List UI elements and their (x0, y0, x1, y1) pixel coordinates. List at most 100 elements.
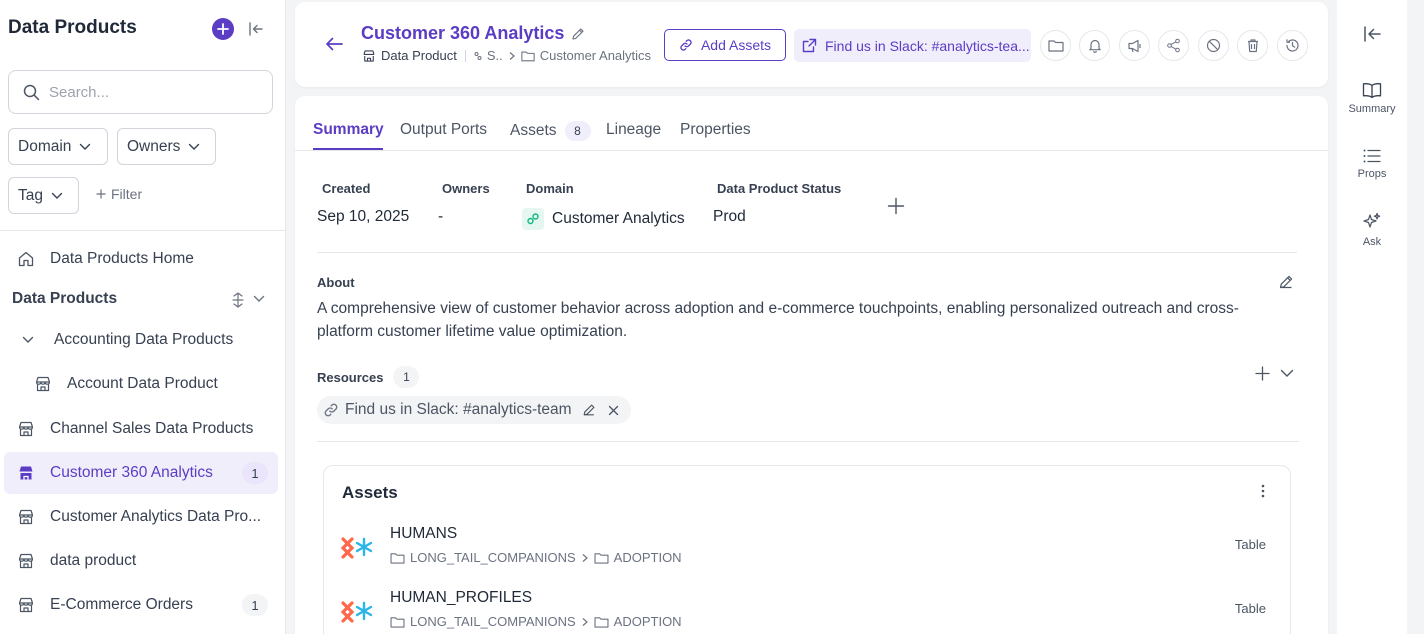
chevron-right-icon (509, 51, 515, 60)
store-icon (16, 551, 36, 571)
sidebar-item-e-commerce-orders[interactable]: E-Commerce Orders 1 (4, 584, 278, 626)
status-label: Data Product Status (717, 181, 842, 196)
arrow-left-icon (326, 37, 343, 51)
announcement-button[interactable] (1119, 30, 1150, 61)
asset-name[interactable]: HUMAN_PROFILES (390, 589, 532, 607)
sort-icon[interactable] (231, 292, 245, 308)
plus-icon (887, 197, 905, 215)
breadcrumb-item[interactable]: Customer Analytics (540, 48, 651, 63)
domain-filter-label: Domain (18, 137, 72, 155)
search-icon (23, 84, 40, 100)
panel-tab-summary[interactable]: Summary (1337, 82, 1407, 115)
tab-assets[interactable]: Assets 8 (510, 121, 591, 141)
collapse-sidebar-button[interactable] (247, 20, 265, 38)
add-filter-button[interactable]: Filter (96, 186, 142, 202)
main-content: Summary Output Ports Assets 8 Lineage Pr… (295, 96, 1328, 634)
asset-schema: ADOPTION (613, 614, 682, 629)
breadcrumb: Data Product S.. Customer Analytics (362, 48, 651, 63)
created-label: Created (322, 181, 371, 196)
home-icon (16, 249, 36, 269)
tab-output-ports[interactable]: Output Ports (400, 121, 487, 139)
status-value: Prod (713, 208, 746, 226)
chevron-down-icon[interactable] (253, 295, 265, 303)
sidebar-item-data-product[interactable]: data product (4, 540, 278, 582)
tab-label: Summary (313, 121, 384, 138)
edit-title-button[interactable] (571, 27, 585, 41)
about-description: A comprehensive view of customer behavio… (317, 300, 1239, 340)
sidebar-item-customer-360-analytics[interactable]: Customer 360 Analytics 1 (4, 452, 278, 494)
count-badge: 1 (393, 366, 420, 388)
search-input[interactable] (49, 83, 249, 101)
edit-about-button[interactable] (1278, 274, 1294, 290)
slack-link-button[interactable]: Find us in Slack: #analytics-tea... (794, 29, 1031, 62)
sidebar-item-customer-analytics-data-products[interactable]: Customer Analytics Data Pro... (4, 496, 278, 538)
entity-title-wrap: Customer 360 Analytics (361, 23, 585, 44)
sidebar-item-label: E-Commerce Orders (50, 596, 193, 613)
remove-resource-button[interactable] (608, 405, 619, 416)
add-resource-button[interactable] (1255, 366, 1270, 381)
assets-panel: Assets HUMANS LONG_TAIL_COMPANIONS ADOPT… (323, 465, 1291, 634)
asset-name[interactable]: HUMANS (390, 525, 457, 543)
link-icon (680, 39, 692, 51)
panel-tab-props[interactable]: Props (1337, 148, 1407, 180)
active-tab-indicator (313, 148, 383, 150)
owners-filter-dropdown[interactable]: Owners (117, 128, 216, 165)
folder-icon (594, 616, 609, 628)
asset-row[interactable]: HUMANS LONG_TAIL_COMPANIONS ADOPTION Tab… (340, 525, 1270, 575)
tag-filter-label: Tag (18, 186, 43, 204)
sidebar-item-label: Account Data Product (67, 375, 218, 392)
owners-value[interactable]: - (438, 208, 443, 226)
notifications-button[interactable] (1079, 30, 1110, 61)
prohibited-icon (1206, 38, 1221, 53)
collapse-panel-button[interactable] (1363, 25, 1382, 43)
store-icon (16, 507, 36, 527)
section-title: Data Products (12, 290, 118, 307)
sidebar-item-account-data-product[interactable]: Account Data Product (4, 363, 278, 405)
resource-link-chip[interactable]: Find us in Slack: #analytics-team (317, 396, 631, 424)
sidebar-item-channel-sales-data-products[interactable]: Channel Sales Data Products (4, 408, 278, 450)
search-box[interactable] (8, 70, 273, 114)
breadcrumb-item[interactable]: S.. (487, 48, 503, 63)
status-text: Prod (713, 208, 746, 225)
panel-tab-label: Ask (1362, 236, 1382, 248)
panel-tab-ask[interactable]: Ask (1337, 212, 1407, 248)
tag-filter-dropdown[interactable]: Tag (8, 177, 79, 214)
assets-more-button[interactable] (1261, 484, 1265, 498)
tab-lineage[interactable]: Lineage (606, 121, 661, 139)
plus-icon (217, 23, 229, 35)
domain-filter-dropdown[interactable]: Domain (8, 128, 108, 165)
share-button[interactable] (1158, 30, 1189, 61)
sidebar-item-label: Customer Analytics Data Pro... (50, 508, 262, 525)
tab-properties[interactable]: Properties (680, 121, 751, 139)
divider (317, 441, 1299, 442)
add-property-button[interactable] (887, 197, 905, 215)
slack-link-label: Find us in Slack: #analytics-tea... (825, 37, 1030, 54)
expand-resources-button[interactable] (1280, 369, 1294, 378)
sidebar-item-label: data product (50, 552, 137, 569)
plus-icon (1255, 366, 1270, 381)
folder-icon (390, 616, 405, 628)
edit-resource-button[interactable] (582, 403, 596, 417)
pencil-icon (1279, 275, 1293, 289)
sidebar-item-accounting-data-products[interactable]: Accounting Data Products (4, 319, 278, 361)
add-data-product-button[interactable] (212, 18, 234, 40)
store-icon (33, 374, 53, 394)
tab-summary[interactable]: Summary (313, 121, 384, 139)
history-button[interactable] (1277, 30, 1308, 61)
link-icon (324, 403, 338, 417)
back-button[interactable] (324, 36, 344, 52)
move-to-folder-button[interactable] (1040, 30, 1071, 61)
sidebar-item-home[interactable]: Data Products Home (4, 238, 278, 280)
sidebar-item-label: Channel Sales Data Products (50, 420, 254, 437)
domain-label: Domain (526, 181, 574, 196)
chevron-down-icon[interactable] (18, 330, 38, 350)
add-assets-button[interactable]: Add Assets (664, 29, 786, 61)
asset-database: LONG_TAIL_COMPANIONS (410, 614, 576, 629)
deprecate-button[interactable] (1198, 30, 1229, 61)
chevron-right-icon (582, 617, 588, 626)
domain-value[interactable]: Customer Analytics (522, 208, 685, 230)
dbt-snowflake-logo-icon (340, 533, 376, 561)
asset-row[interactable]: HUMAN_PROFILES LONG_TAIL_COMPANIONS ADOP… (340, 589, 1270, 634)
list-icon (1363, 149, 1381, 163)
delete-button[interactable] (1237, 30, 1268, 61)
